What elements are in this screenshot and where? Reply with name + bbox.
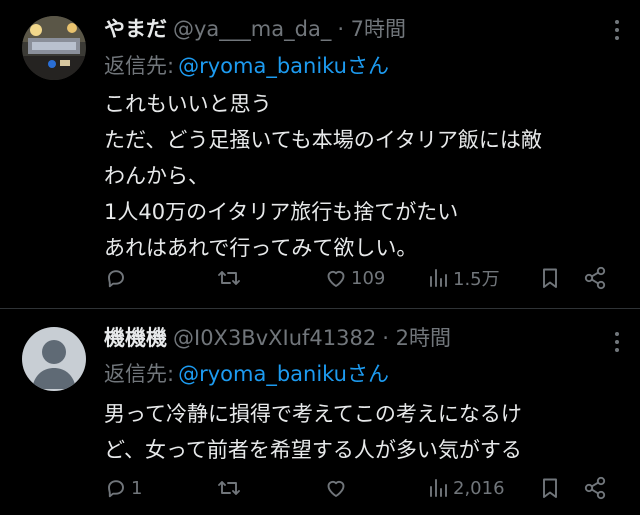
reply-to-line: 返信先: @ryoma_banikuさん — [104, 359, 389, 389]
tweet[interactable]: やまだ @ya___ma_da_ · 7時間 返信先: @ryoma_banikuさん… — [0, 0, 640, 308]
retweet-button[interactable] — [216, 264, 245, 292]
tweet-text-line: わんから、 — [104, 164, 209, 188]
action-bar: 109 1.5万 — [104, 264, 618, 292]
more-vertical-icon — [615, 332, 619, 352]
tweet-text-line: ただ、どう足掻いても本場のイタリア飯には敵 — [104, 128, 542, 152]
avatar[interactable] — [22, 16, 86, 80]
share-button[interactable] — [582, 264, 608, 292]
reply-to-handle[interactable]: @ryoma_banikuさん — [178, 362, 389, 386]
views-chart-icon — [430, 479, 447, 497]
bookmark-icon — [543, 478, 557, 498]
more-button[interactable] — [612, 18, 622, 42]
bookmark-button[interactable] — [538, 474, 562, 502]
tweet-text-line: これもいいと思う — [104, 92, 272, 116]
default-avatar-image — [22, 327, 86, 391]
reply-to-label: 返信先: — [104, 362, 175, 386]
bookmark-button[interactable] — [538, 264, 562, 292]
handle[interactable]: @ya___ma_da_ — [173, 17, 331, 41]
reply-to-handle[interactable]: @ryoma_banikuさん — [178, 54, 389, 78]
like-button[interactable]: 109 — [324, 264, 385, 292]
tweet-text-line: あれはあれで行ってみて欲しい。 — [104, 236, 418, 260]
retweet-icon — [218, 481, 240, 495]
retweet-button[interactable] — [216, 474, 245, 502]
reply-count: 1 — [131, 477, 143, 499]
tweet-text-line: 1人40万のイタリア旅行も捨てがたい — [104, 200, 459, 224]
like-count: 109 — [351, 267, 386, 289]
tweet-text: 男って冷静に損得で考えてこの考えになるけ ど、女って前者を希望する人が多い気がす… — [104, 396, 620, 468]
tweet[interactable]: 機機機 @I0X3BvXIuf41382 · 2時間 返信先: @ryoma_bani… — [0, 309, 640, 515]
reply-button[interactable] — [104, 264, 131, 292]
display-name[interactable]: 機機機 — [104, 326, 167, 350]
heart-icon — [327, 480, 345, 497]
reply-to-label: 返信先: — [104, 54, 175, 78]
views-button[interactable]: 1.5万 — [426, 264, 500, 292]
retweet-icon — [218, 271, 240, 285]
bookmark-icon — [543, 268, 557, 288]
views-chart-icon — [430, 269, 447, 287]
tweet-header: やまだ @ya___ma_da_ · 7時間 — [104, 14, 600, 44]
share-icon — [584, 476, 606, 500]
reply-to-line: 返信先: @ryoma_banikuさん — [104, 51, 389, 81]
action-bar: 1 2,016 — [104, 474, 618, 502]
display-name[interactable]: やまだ — [104, 17, 167, 41]
like-button[interactable] — [324, 474, 351, 502]
views-button[interactable]: 2,016 — [426, 474, 505, 502]
timestamp[interactable]: · 2時間 — [382, 326, 451, 350]
heart-icon — [327, 270, 345, 287]
tweet-text-line: 男って冷静に損得で考えてこの考えになるけ — [104, 402, 522, 426]
reply-button[interactable]: 1 — [104, 474, 142, 502]
tweet-text: これもいいと思う ただ、どう足掻いても本場のイタリア飯には敵 わんから、 1人4… — [104, 86, 620, 266]
timestamp[interactable]: · 7時間 — [337, 17, 406, 41]
view-count: 1.5万 — [453, 269, 500, 290]
avatar[interactable] — [22, 327, 86, 391]
view-count: 2,016 — [453, 477, 505, 499]
more-button[interactable] — [612, 330, 622, 354]
handle[interactable]: @I0X3BvXIuf41382 — [173, 326, 376, 350]
tweet-header: 機機機 @I0X3BvXIuf41382 · 2時間 — [104, 323, 600, 353]
reply-icon — [108, 270, 124, 288]
more-vertical-icon — [615, 20, 619, 40]
reply-icon — [108, 480, 124, 498]
share-button[interactable] — [582, 474, 608, 502]
share-icon — [584, 266, 606, 290]
avatar-image — [22, 16, 86, 80]
tweet-text-line: ど、女って前者を希望する人が多い気がする — [104, 438, 522, 462]
